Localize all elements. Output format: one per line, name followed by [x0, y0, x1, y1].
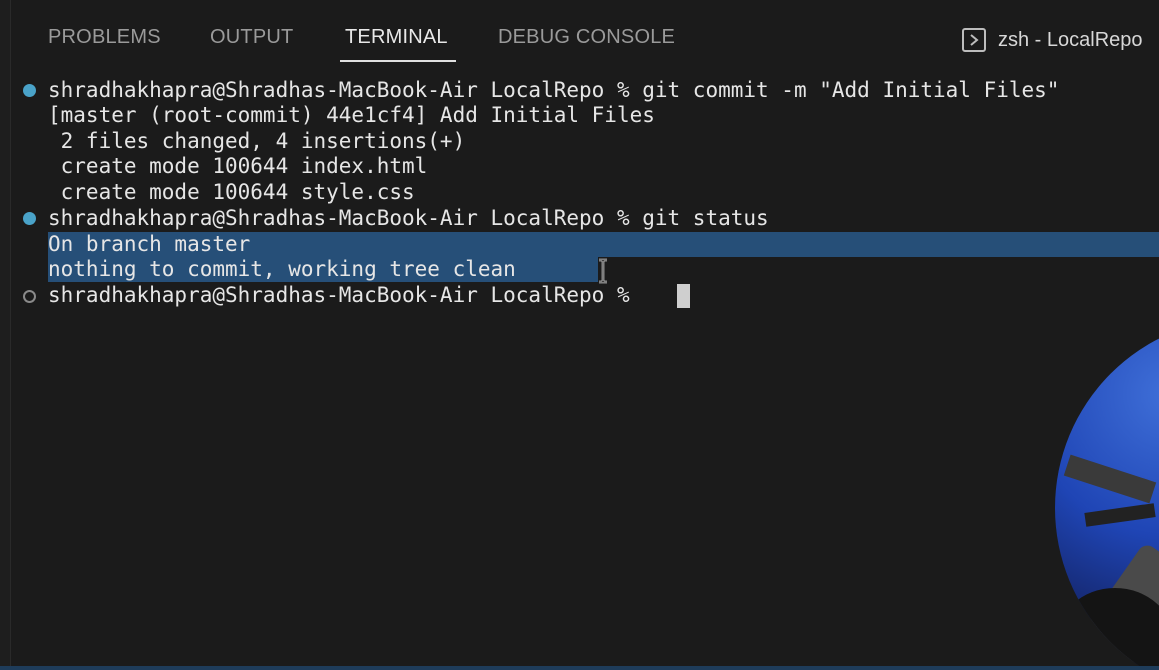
active-tab-indicator	[340, 60, 456, 62]
panel-tabs: PROBLEMS OUTPUT TERMINAL DEBUG CONSOLE z…	[0, 0, 1159, 64]
terminal-line: On branch master	[48, 232, 251, 256]
command-success-dot[interactable]	[23, 212, 36, 225]
terminal-line: [master (root-commit) 44e1cf4] Add Initi…	[48, 103, 655, 127]
terminal-line: create mode 100644 style.css	[48, 180, 415, 204]
terminal-icon	[962, 28, 986, 52]
tab-problems[interactable]: PROBLEMS	[48, 26, 161, 49]
terminal-prompt: shradhakhapra@Shradhas-MacBook-Air Local…	[48, 283, 643, 307]
terminal-output[interactable]: shradhakhapra@Shradhas-MacBook-Air Local…	[0, 78, 1159, 670]
command-pending-dot[interactable]	[23, 290, 36, 303]
terminal-line: 2 files changed, 4 insertions(+)	[48, 129, 466, 153]
terminal-switcher[interactable]: zsh - LocalRepo	[962, 26, 1143, 54]
status-strip	[0, 666, 1159, 670]
tab-output[interactable]: OUTPUT	[210, 26, 293, 49]
tab-terminal[interactable]: TERMINAL	[345, 26, 448, 49]
text-cursor-icon	[599, 258, 607, 284]
terminal-line: shradhakhapra@Shradhas-MacBook-Air Local…	[48, 78, 1060, 102]
command-success-dot[interactable]	[23, 84, 36, 97]
tab-debug-console[interactable]: DEBUG CONSOLE	[498, 26, 675, 49]
terminal-line: nothing to commit, working tree clean	[48, 257, 516, 281]
terminal-name: zsh - LocalRepo	[998, 28, 1143, 51]
microphone-arm	[1084, 503, 1156, 527]
terminal-cursor	[677, 284, 690, 308]
terminal-line: shradhakhapra@Shradhas-MacBook-Air Local…	[48, 206, 769, 230]
terminal-line: create mode 100644 index.html	[48, 154, 428, 178]
terminal-panel: PROBLEMS OUTPUT TERMINAL DEBUG CONSOLE z…	[0, 0, 1159, 670]
microphone-arm	[1063, 454, 1157, 504]
